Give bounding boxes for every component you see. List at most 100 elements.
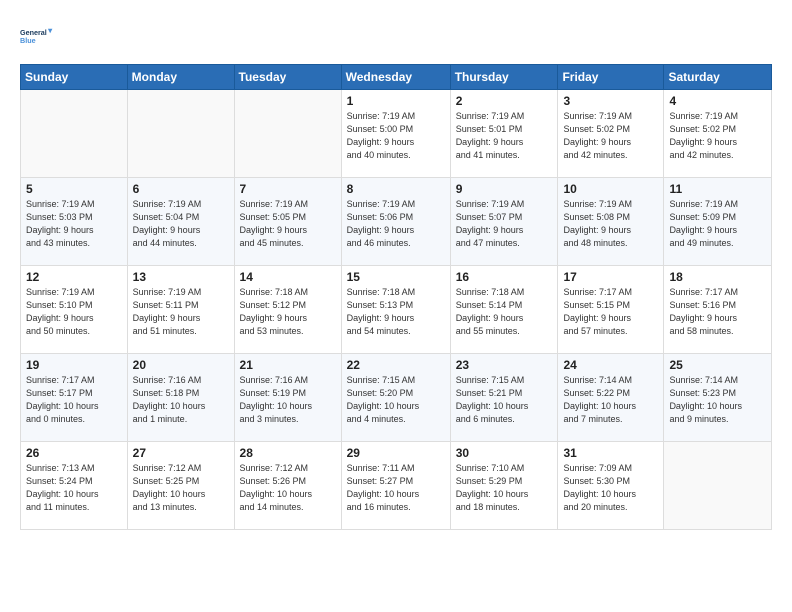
day-header-tuesday: Tuesday — [234, 65, 341, 90]
day-number: 18 — [669, 270, 766, 284]
day-cell: 26 Sunrise: 7:13 AM Sunset: 5:24 PM Dayli… — [21, 442, 128, 530]
day-cell — [21, 90, 128, 178]
day-number: 31 — [563, 446, 658, 460]
day-cell: 23Sunrise: 7:15 AM Sunset: 5:21 PM Dayli… — [450, 354, 558, 442]
day-info: Sunrise: 7:19 AM Sunset: 5:04 PM Dayligh… — [133, 198, 229, 250]
day-number: 27 — [133, 446, 229, 460]
day-number: 26 — [26, 446, 122, 460]
day-cell — [234, 90, 341, 178]
day-cell: 24 Sunrise: 7:14 AM Sunset: 5:22 PM Dayli… — [558, 354, 664, 442]
calendar-table: SundayMondayTuesdayWednesdayThursdayFrid… — [20, 64, 772, 530]
day-number: 30 — [456, 446, 553, 460]
day-number: 7 — [240, 182, 336, 196]
day-cell: 6 Sunrise: 7:19 AM Sunset: 5:04 PM Daylig… — [127, 178, 234, 266]
day-cell: 12 Sunrise: 7:19 AM Sunset: 5:10 PM Dayli… — [21, 266, 128, 354]
day-info: Sunrise: 7:15 AM Sunset: 5:21 PM Dayligh… — [456, 374, 553, 426]
day-cell: 19Sunrise: 7:17 AM Sunset: 5:17 PM Dayli… — [21, 354, 128, 442]
day-number: 13 — [133, 270, 229, 284]
day-info: Sunrise: 7:19 AM Sunset: 5:07 PM Dayligh… — [456, 198, 553, 250]
day-cell: 2 Sunrise: 7:19 AM Sunset: 5:01 PM Daylig… — [450, 90, 558, 178]
day-cell: 25Sunrise: 7:14 AM Sunset: 5:23 PM Dayli… — [664, 354, 772, 442]
day-number: 15 — [347, 270, 445, 284]
day-info: Sunrise: 7:19 AM Sunset: 5:06 PM Dayligh… — [347, 198, 445, 250]
header-row: SundayMondayTuesdayWednesdayThursdayFrid… — [21, 65, 772, 90]
day-number: 17 — [563, 270, 658, 284]
page: GeneralBlue SundayMondayTuesdayWednesday… — [0, 0, 792, 540]
day-header-sunday: Sunday — [21, 65, 128, 90]
day-info: Sunrise: 7:19 AM Sunset: 5:01 PM Dayligh… — [456, 110, 553, 162]
day-number: 24 — [563, 358, 658, 372]
day-info: Sunrise: 7:11 AM Sunset: 5:27 PM Dayligh… — [347, 462, 445, 514]
day-info: Sunrise: 7:19 AM Sunset: 5:08 PM Dayligh… — [563, 198, 658, 250]
week-row-2: 5Sunrise: 7:19 AM Sunset: 5:03 PM Daylig… — [21, 178, 772, 266]
day-info: Sunrise: 7:19 AM Sunset: 5:05 PM Dayligh… — [240, 198, 336, 250]
day-cell: 30 Sunrise: 7:10 AM Sunset: 5:29 PM Dayli… — [450, 442, 558, 530]
week-row-3: 12 Sunrise: 7:19 AM Sunset: 5:10 PM Dayli… — [21, 266, 772, 354]
day-info: Sunrise: 7:19 AM Sunset: 5:03 PM Dayligh… — [26, 198, 122, 250]
day-cell: 11Sunrise: 7:19 AM Sunset: 5:09 PM Dayli… — [664, 178, 772, 266]
day-number: 8 — [347, 182, 445, 196]
day-number: 21 — [240, 358, 336, 372]
day-info: Sunrise: 7:19 AM Sunset: 5:10 PM Dayligh… — [26, 286, 122, 338]
day-info: Sunrise: 7:16 AM Sunset: 5:19 PM Dayligh… — [240, 374, 336, 426]
day-cell: 29 Sunrise: 7:11 AM Sunset: 5:27 PM Dayli… — [341, 442, 450, 530]
day-header-thursday: Thursday — [450, 65, 558, 90]
day-number: 1 — [347, 94, 445, 108]
day-header-monday: Monday — [127, 65, 234, 90]
day-cell: 14 Sunrise: 7:18 AM Sunset: 5:12 PM Dayli… — [234, 266, 341, 354]
day-info: Sunrise: 7:14 AM Sunset: 5:22 PM Dayligh… — [563, 374, 658, 426]
day-info: Sunrise: 7:19 AM Sunset: 5:02 PM Dayligh… — [669, 110, 766, 162]
day-number: 6 — [133, 182, 229, 196]
day-info: Sunrise: 7:15 AM Sunset: 5:20 PM Dayligh… — [347, 374, 445, 426]
day-info: Sunrise: 7:18 AM Sunset: 5:14 PM Dayligh… — [456, 286, 553, 338]
day-info: Sunrise: 7:12 AM Sunset: 5:26 PM Dayligh… — [240, 462, 336, 514]
day-number: 20 — [133, 358, 229, 372]
day-header-saturday: Saturday — [664, 65, 772, 90]
day-cell: 15Sunrise: 7:18 AM Sunset: 5:13 PM Dayli… — [341, 266, 450, 354]
logo: GeneralBlue — [20, 18, 56, 54]
day-number: 9 — [456, 182, 553, 196]
day-info: Sunrise: 7:12 AM Sunset: 5:25 PM Dayligh… — [133, 462, 229, 514]
day-info: Sunrise: 7:19 AM Sunset: 5:02 PM Dayligh… — [563, 110, 658, 162]
day-number: 19 — [26, 358, 122, 372]
day-cell: 1 Sunrise: 7:19 AM Sunset: 5:00 PM Daylig… — [341, 90, 450, 178]
day-number: 10 — [563, 182, 658, 196]
day-cell: 9 Sunrise: 7:19 AM Sunset: 5:07 PM Daylig… — [450, 178, 558, 266]
week-row-5: 26 Sunrise: 7:13 AM Sunset: 5:24 PM Dayli… — [21, 442, 772, 530]
day-cell: 16 Sunrise: 7:18 AM Sunset: 5:14 PM Dayli… — [450, 266, 558, 354]
day-cell: 31 Sunrise: 7:09 AM Sunset: 5:30 PM Dayli… — [558, 442, 664, 530]
day-info: Sunrise: 7:18 AM Sunset: 5:12 PM Dayligh… — [240, 286, 336, 338]
day-cell — [664, 442, 772, 530]
day-cell: 20 Sunrise: 7:16 AM Sunset: 5:18 PM Dayli… — [127, 354, 234, 442]
day-info: Sunrise: 7:17 AM Sunset: 5:16 PM Dayligh… — [669, 286, 766, 338]
svg-text:General: General — [20, 28, 47, 37]
day-number: 29 — [347, 446, 445, 460]
day-number: 2 — [456, 94, 553, 108]
day-info: Sunrise: 7:19 AM Sunset: 5:11 PM Dayligh… — [133, 286, 229, 338]
day-info: Sunrise: 7:17 AM Sunset: 5:15 PM Dayligh… — [563, 286, 658, 338]
day-header-wednesday: Wednesday — [341, 65, 450, 90]
day-info: Sunrise: 7:16 AM Sunset: 5:18 PM Dayligh… — [133, 374, 229, 426]
day-info: Sunrise: 7:19 AM Sunset: 5:00 PM Dayligh… — [347, 110, 445, 162]
svg-text:Blue: Blue — [20, 36, 36, 45]
header: GeneralBlue — [20, 18, 772, 54]
day-number: 12 — [26, 270, 122, 284]
day-number: 25 — [669, 358, 766, 372]
day-number: 14 — [240, 270, 336, 284]
day-cell: 17 Sunrise: 7:17 AM Sunset: 5:15 PM Dayli… — [558, 266, 664, 354]
day-cell: 22 Sunrise: 7:15 AM Sunset: 5:20 PM Dayli… — [341, 354, 450, 442]
day-info: Sunrise: 7:13 AM Sunset: 5:24 PM Dayligh… — [26, 462, 122, 514]
day-cell — [127, 90, 234, 178]
day-cell: 18 Sunrise: 7:17 AM Sunset: 5:16 PM Dayli… — [664, 266, 772, 354]
day-number: 16 — [456, 270, 553, 284]
day-number: 11 — [669, 182, 766, 196]
day-info: Sunrise: 7:10 AM Sunset: 5:29 PM Dayligh… — [456, 462, 553, 514]
week-row-1: 1 Sunrise: 7:19 AM Sunset: 5:00 PM Daylig… — [21, 90, 772, 178]
week-row-4: 19Sunrise: 7:17 AM Sunset: 5:17 PM Dayli… — [21, 354, 772, 442]
day-info: Sunrise: 7:09 AM Sunset: 5:30 PM Dayligh… — [563, 462, 658, 514]
day-cell: 8 Sunrise: 7:19 AM Sunset: 5:06 PM Daylig… — [341, 178, 450, 266]
day-number: 22 — [347, 358, 445, 372]
day-number: 3 — [563, 94, 658, 108]
day-number: 28 — [240, 446, 336, 460]
day-cell: 28 Sunrise: 7:12 AM Sunset: 5:26 PM Dayli… — [234, 442, 341, 530]
